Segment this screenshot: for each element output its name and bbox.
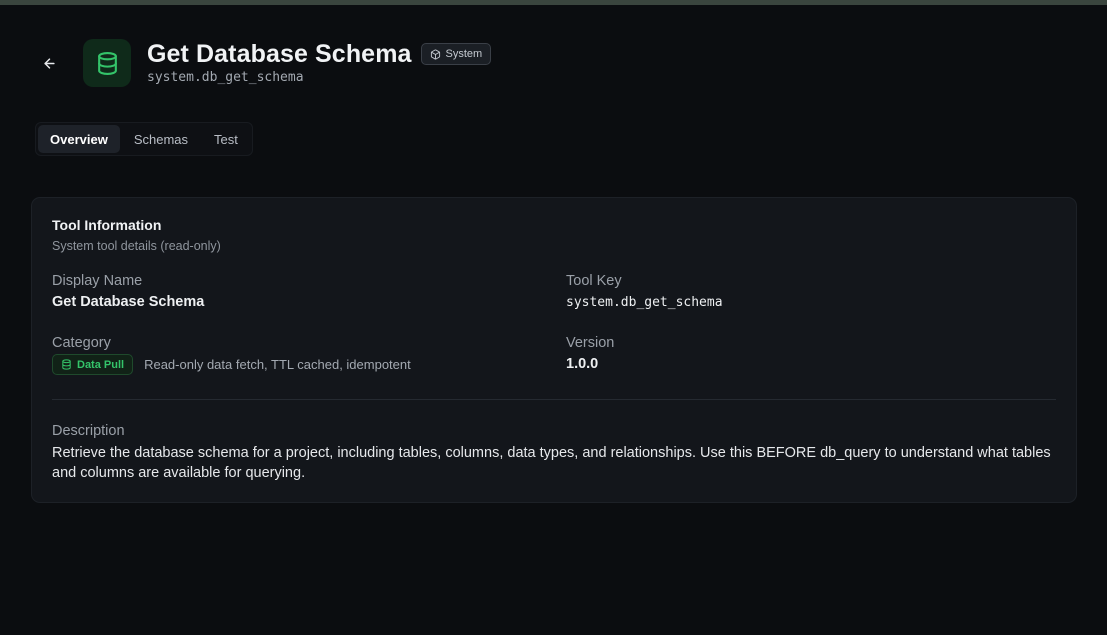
- system-badge: System: [420, 43, 492, 65]
- version-value: 1.0.0: [566, 356, 599, 372]
- tab-overview[interactable]: Overview: [38, 125, 120, 153]
- category-label: Category: [52, 335, 111, 351]
- version-label: Version: [566, 335, 615, 351]
- category-badge-label: Data Pull: [77, 358, 125, 371]
- tool-icon-tile: [83, 39, 131, 87]
- system-badge-label: System: [445, 48, 483, 60]
- tab-bar: Overview Schemas Test: [35, 122, 253, 156]
- card-divider: [52, 399, 1056, 400]
- title-row: Get Database Schema System: [147, 38, 492, 70]
- page-title: Get Database Schema: [147, 39, 412, 68]
- tab-schemas[interactable]: Schemas: [122, 125, 200, 153]
- card-title: Tool Information: [52, 217, 162, 233]
- tool-key-value: system.db_get_schema: [566, 295, 723, 310]
- display-name-value: Get Database Schema: [52, 294, 205, 310]
- arrow-left-icon: [43, 57, 55, 69]
- tab-test[interactable]: Test: [202, 125, 250, 153]
- tool-key-subtitle: system.db_get_schema: [147, 70, 304, 85]
- description-label: Description: [52, 423, 125, 439]
- category-row: Data Pull Read-only data fetch, TTL cach…: [52, 354, 411, 375]
- back-button[interactable]: [36, 50, 62, 76]
- category-badge: Data Pull: [52, 354, 134, 375]
- card-subtitle: System tool details (read-only): [52, 239, 221, 253]
- database-icon: [97, 51, 117, 75]
- tool-key-label: Tool Key: [566, 273, 622, 289]
- display-name-label: Display Name: [52, 273, 143, 289]
- package-icon: [430, 48, 440, 60]
- tool-information-card: Tool Information System tool details (re…: [31, 197, 1077, 503]
- window-top-bar: [0, 0, 1107, 5]
- database-icon: [62, 359, 71, 370]
- category-description: Read-only data fetch, TTL cached, idempo…: [144, 357, 411, 372]
- description-value: Retrieve the database schema for a proje…: [52, 445, 1051, 481]
